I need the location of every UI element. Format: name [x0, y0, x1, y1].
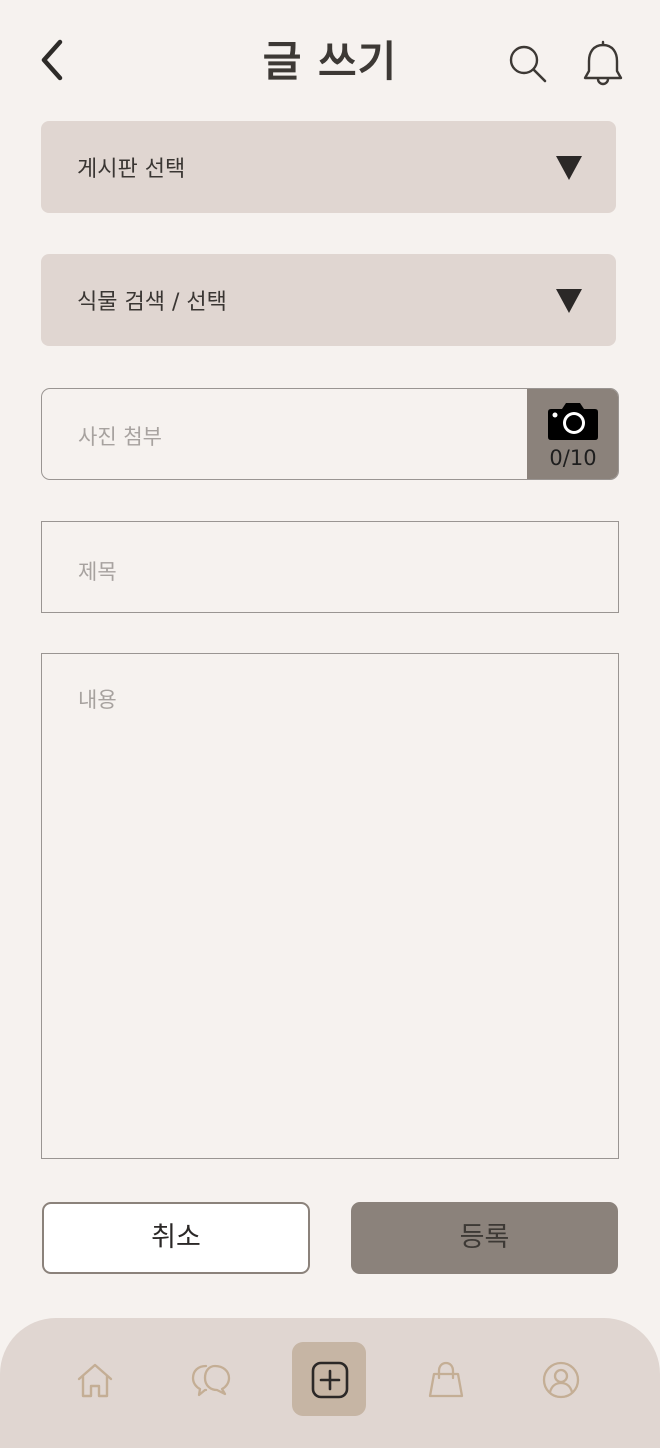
cancel-button[interactable]: 취소: [42, 1202, 310, 1274]
title-input[interactable]: 제목: [41, 521, 619, 613]
photo-attach-placeholder: 사진 첨부: [78, 425, 162, 449]
header: 글 쓰기: [0, 0, 660, 120]
camera-icon: [548, 403, 598, 440]
add-post-icon: [311, 1361, 349, 1399]
home-icon: [77, 1363, 113, 1398]
nav-write[interactable]: [292, 1342, 366, 1416]
page-title: 글 쓰기: [262, 37, 398, 86]
nav-home[interactable]: [57, 1342, 131, 1416]
search-button[interactable]: [506, 42, 550, 86]
content-placeholder: 내용: [78, 688, 117, 712]
photo-attach-field[interactable]: 사진 첨부 0/10: [41, 388, 619, 480]
profile-icon: [542, 1361, 580, 1399]
plant-select[interactable]: 식물 검색 / 선택: [41, 254, 616, 346]
chat-icon: [191, 1364, 231, 1397]
nav-shop[interactable]: [408, 1342, 482, 1416]
nav-chat[interactable]: [173, 1342, 247, 1416]
content-textarea[interactable]: 내용: [41, 653, 619, 1159]
title-placeholder: 제목: [78, 560, 117, 584]
board-select[interactable]: 게시판 선택: [41, 121, 616, 213]
search-icon: [509, 45, 547, 83]
caret-down-icon: [556, 156, 582, 180]
submit-button[interactable]: 등록: [351, 1202, 618, 1274]
caret-down-icon: [556, 289, 582, 313]
board-select-label: 게시판 선택: [77, 157, 186, 182]
photo-count: 0/10: [549, 446, 597, 470]
bottom-nav: [0, 1318, 660, 1448]
shopping-bag-icon: [428, 1361, 464, 1398]
plant-select-label: 식물 검색 / 선택: [77, 290, 227, 315]
notification-button[interactable]: [580, 40, 626, 88]
nav-profile[interactable]: [523, 1342, 597, 1416]
camera-button[interactable]: 0/10: [527, 389, 618, 479]
bell-icon: [583, 40, 623, 86]
